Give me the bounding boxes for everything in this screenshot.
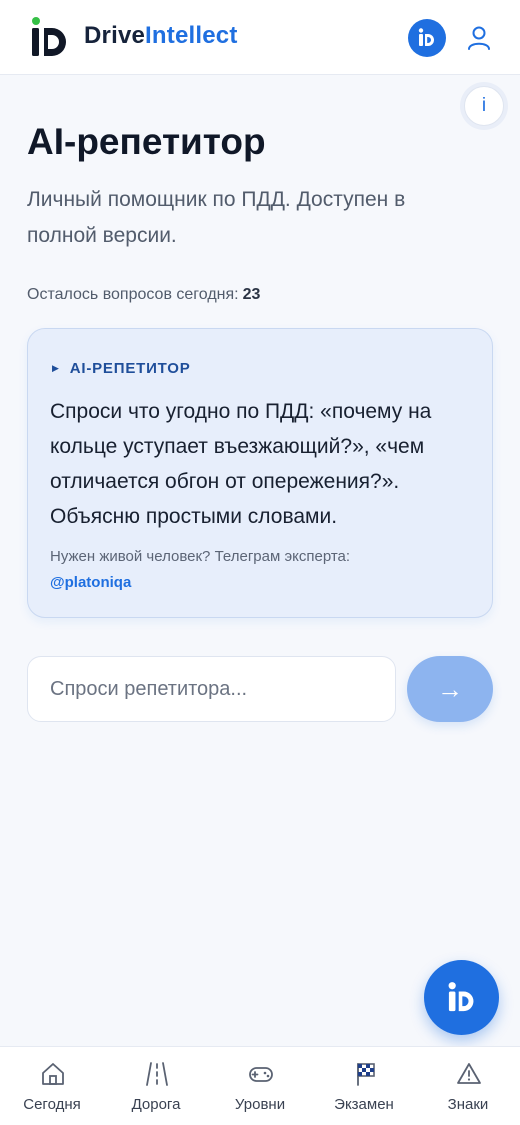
tutor-question-input[interactable] (27, 656, 396, 722)
user-icon (468, 26, 490, 50)
user-profile-button[interactable] (464, 22, 494, 54)
assistant-fab-button[interactable] (424, 960, 499, 1035)
nav-label: Знаки (447, 1096, 489, 1113)
nav-label: Уровни (234, 1096, 286, 1113)
card-tag-label: AI-РЕПЕТИТОР (69, 360, 191, 377)
page-title: AI-репетитор (27, 121, 266, 162)
remaining-questions-label: Осталось вопросов сегодня: (27, 286, 239, 303)
nav-item-levels[interactable]: Уровни (208, 1047, 312, 1125)
checkered-flag-icon (357, 1063, 375, 1086)
nav-item-exam[interactable]: Экзамен (312, 1047, 416, 1125)
road-icon (146, 1062, 168, 1086)
triangle-right-icon: ▶ (52, 363, 60, 373)
expert-telegram-link[interactable]: @platoniqa (50, 574, 131, 591)
nav-label: Дорога (131, 1096, 181, 1113)
nav-item-today[interactable]: Сегодня (0, 1047, 104, 1125)
nav-item-signs[interactable]: Знаки (416, 1047, 520, 1125)
brand-name[interactable]: DriveIntellect (84, 22, 238, 50)
card-tag: ▶ AI-РЕПЕТИТОР (52, 360, 191, 377)
remaining-questions: Осталось вопросов сегодня: 23 (27, 286, 260, 304)
brand-badge-button[interactable] (408, 19, 446, 57)
logo-icon[interactable] (30, 16, 70, 60)
card-expert-note: Нужен живой человек? Телеграм эксперта: (50, 548, 351, 565)
card-message: Спроси что угодно по ПДД: «почему на кол… (50, 400, 432, 528)
nav-item-road[interactable]: Дорога (104, 1047, 208, 1125)
arrow-right-icon: → (437, 673, 463, 704)
bottom-navigation: Сегодня Дорога Уровни Экзамен Знаки (0, 1046, 520, 1125)
brand-part-drive: Drive (84, 22, 146, 49)
send-button[interactable]: → (407, 656, 493, 722)
top-header: DriveIntellect (0, 0, 520, 75)
brand-part-intellect: Intellect (145, 22, 238, 49)
page-subtitle: Личный помощник по ПДД. Доступен в полно… (27, 188, 406, 247)
nav-label: Экзамен (334, 1096, 394, 1113)
remaining-questions-count: 23 (242, 286, 261, 303)
nav-label: Сегодня (23, 1096, 81, 1113)
brand-badge-icon (418, 28, 434, 46)
warning-sign-icon (457, 1063, 481, 1084)
brand-badge-icon (448, 981, 473, 1011)
home-icon (42, 1063, 64, 1085)
tutor-intro-card: ▶ AI-РЕПЕТИТОР Спроси что угодно по ПДД:… (27, 328, 493, 618)
info-button[interactable]: i (464, 86, 504, 126)
gamepad-icon (249, 1067, 273, 1082)
